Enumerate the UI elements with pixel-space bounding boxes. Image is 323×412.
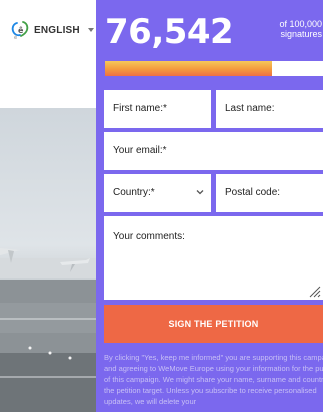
last-name-label: Last name: [225,103,275,114]
svg-text:ê: ê [14,34,17,40]
site-header: ê ê ENGLISH [0,0,96,108]
signature-progress-fill [105,61,272,76]
svg-text:ê: ê [18,25,24,35]
first-name-field[interactable]: First name:* [104,90,211,128]
disclaimer-text: By clicking "Yes, keep me informed" you … [104,353,323,406]
chevron-down-icon [196,190,204,195]
language-icon: ê ê [11,21,29,40]
petition-panel: 76,542 of 100,000 signatures First name:… [96,0,323,412]
language-label: ENGLISH [34,24,80,36]
sign-petition-button[interactable]: SIGN THE PETITION [104,305,323,343]
email-field[interactable]: Your email:* [104,132,323,170]
background-photo [0,108,96,412]
airport-runway-image [0,248,96,412]
comments-textarea[interactable]: Your comments: [104,216,323,300]
signature-goal: of 100,000 signatures [279,19,322,39]
postal-code-field[interactable]: Postal code: [216,174,323,212]
language-selector[interactable]: ê ê ENGLISH [10,19,94,41]
first-name-label: First name:* [113,103,167,114]
signature-progress-bar [105,61,323,76]
country-label: Country:* [113,187,155,198]
signature-goal-unit: signatures [280,29,322,39]
resize-handle-icon[interactable] [307,284,321,298]
email-label: Your email:* [113,145,167,156]
last-name-field[interactable]: Last name: [216,90,323,128]
postal-code-label: Postal code: [225,187,281,198]
country-select[interactable]: Country:* [104,174,211,212]
signature-goal-number: of 100,000 [279,19,322,29]
signature-count: 76,542 [105,12,234,52]
comments-label: Your comments: [113,231,185,242]
chevron-down-icon [87,28,94,32]
